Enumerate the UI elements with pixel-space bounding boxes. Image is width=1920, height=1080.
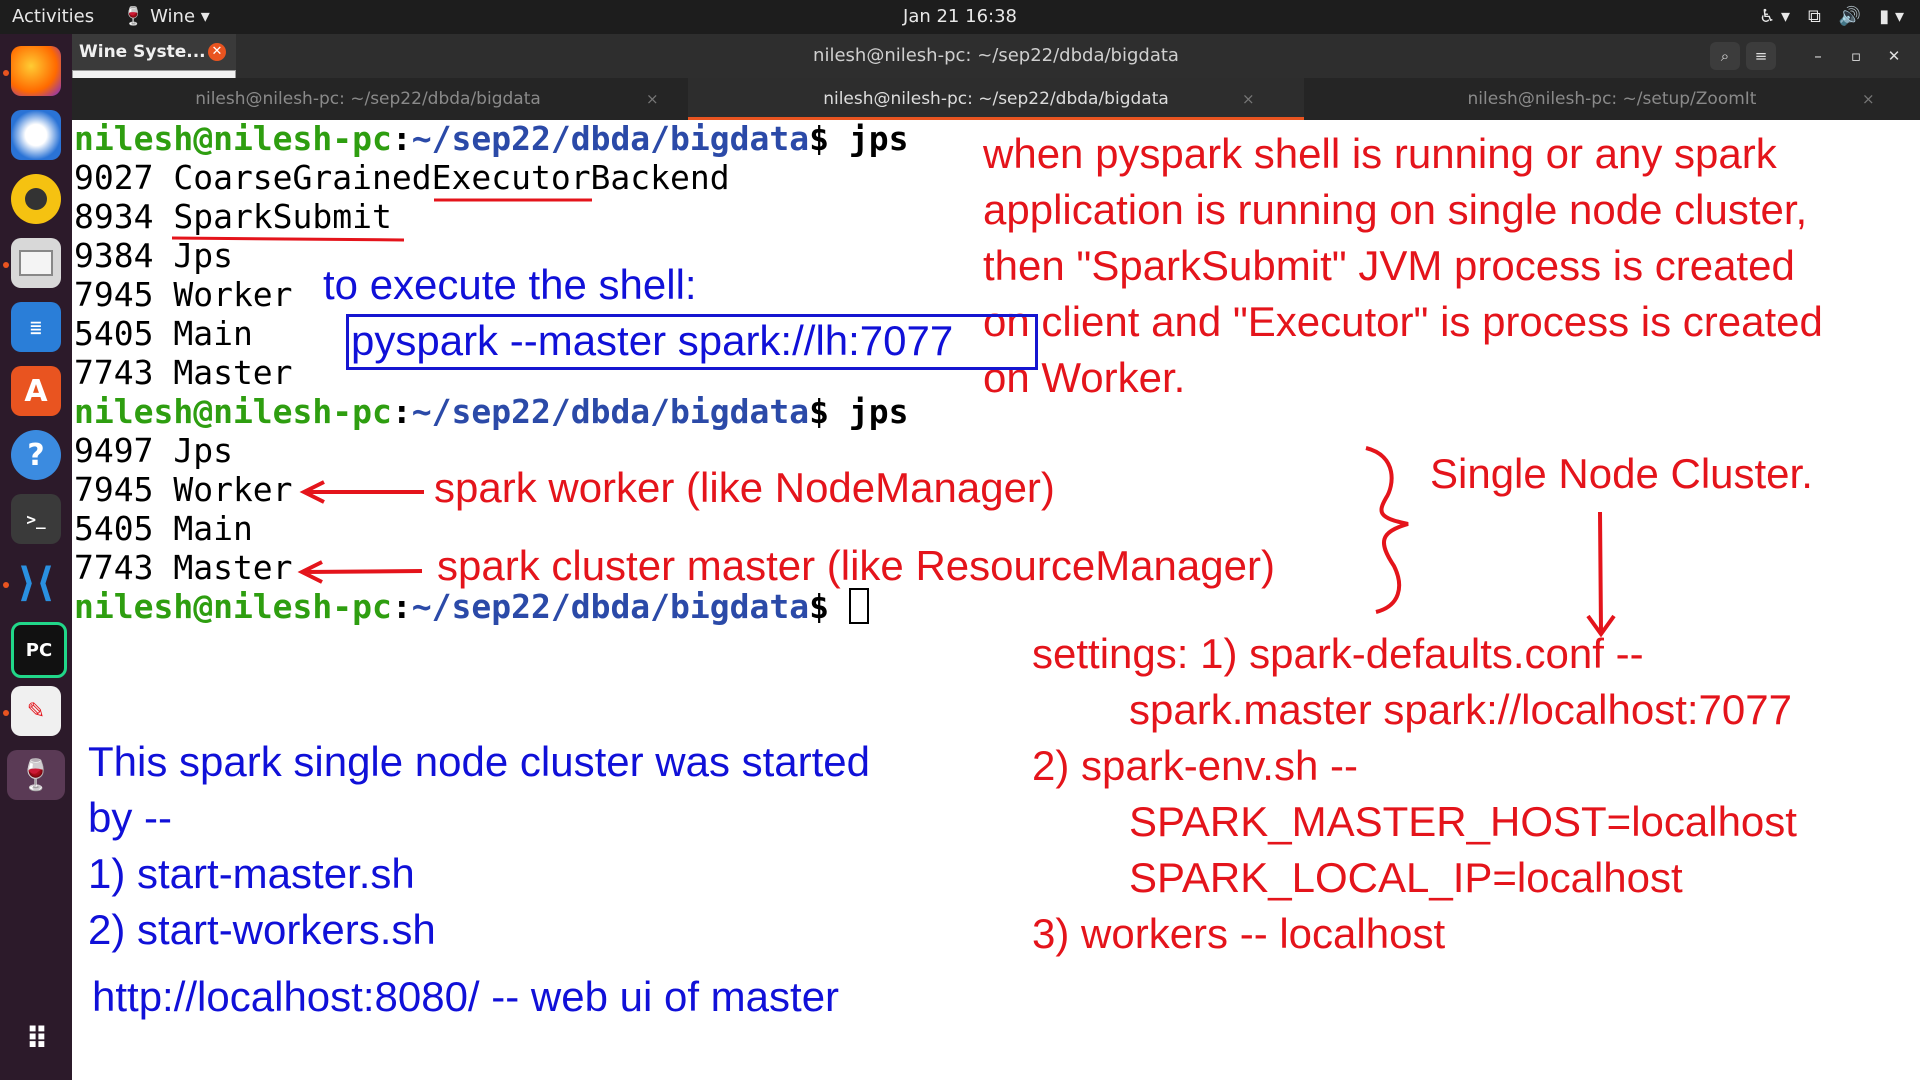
tab-zoomit[interactable]: nilesh@nilesh-pc: ~/setup/ZoomIt — [1304, 78, 1920, 120]
jps-output-line: 7743 Master — [74, 353, 293, 392]
rhythmbox-icon[interactable] — [11, 174, 61, 224]
terminal-tab-bar: nilesh@nilesh-pc: ~/sep22/dbda/bigdata ×… — [72, 78, 1920, 120]
text-editor-icon[interactable]: ✎ — [11, 686, 61, 736]
window-title-bar: Wine Syste... ✕ nilesh@nilesh-pc: ~/sep2… — [72, 34, 1920, 86]
tab-close-icon[interactable]: × — [1862, 78, 1875, 120]
prompt-line: nilesh@nilesh-pc:~/sep22/dbda/bigdata$ j… — [74, 392, 909, 431]
vscode-icon[interactable]: ⟩⟨ — [11, 558, 61, 608]
worker-note: spark worker (like NodeManager) — [434, 464, 1055, 511]
tab-bigdata-1[interactable]: nilesh@nilesh-pc: ~/sep22/dbda/bigdata — [72, 78, 664, 120]
search-icon[interactable]: ⌕ — [1710, 42, 1740, 70]
started-line: by -- — [88, 794, 172, 841]
shell-label: to execute the shell: — [323, 261, 697, 308]
tab-bigdata-2[interactable]: nilesh@nilesh-pc: ~/sep22/dbda/bigdata — [688, 78, 1304, 120]
firefox-icon[interactable] — [11, 46, 61, 96]
jps-output-line: 8934 SparkSubmit — [74, 197, 392, 236]
writer-icon[interactable]: ≣ — [11, 302, 61, 352]
software-icon[interactable]: A — [11, 366, 61, 416]
app-grid-icon[interactable]: ⠿ — [11, 1014, 61, 1064]
started-line: 2) start-workers.sh — [88, 906, 436, 953]
annotation-line: when pyspark shell is running or any spa… — [983, 130, 1777, 177]
settings-line: SPARK_LOCAL_IP=localhost — [1129, 854, 1683, 901]
maximize-icon[interactable]: ▫ — [1844, 42, 1868, 70]
annotation-line: application is running on single node cl… — [983, 186, 1808, 233]
tab-close-icon[interactable]: × — [1242, 78, 1255, 120]
running-indicator — [3, 582, 9, 588]
annotation-line: then "SparkSubmit" JVM process is create… — [983, 242, 1795, 289]
minimize-icon[interactable]: – — [1806, 42, 1830, 70]
webui-note: http://localhost:8080/ -- web ui of mast… — [92, 973, 840, 1020]
settings-line: SPARK_MASTER_HOST=localhost — [1129, 798, 1797, 845]
jps-output-line: 7743 Master — [74, 548, 293, 587]
settings-line: 3) workers -- localhost — [1032, 910, 1446, 957]
shell-command: pyspark --master spark://lh:7077 — [351, 317, 954, 364]
jps-output-line: 9497 Jps — [74, 431, 233, 470]
files-icon[interactable] — [11, 238, 61, 288]
pycharm-icon[interactable]: PC — [11, 622, 67, 678]
running-indicator — [3, 262, 9, 268]
cluster-label: Single Node Cluster. — [1430, 450, 1813, 497]
dock: ≣ A ? >_ ⟩⟨ PC ✎ 🍷 ⠿ — [0, 34, 72, 1080]
clock[interactable]: Jan 21 16:38 — [0, 0, 1920, 34]
terminal-icon[interactable]: >_ — [11, 494, 61, 544]
settings-line: settings: 1) spark-defaults.conf -- — [1032, 630, 1644, 677]
hamburger-menu-icon[interactable]: ≡ — [1746, 42, 1776, 70]
battery-icon: ▮ ▾ — [1879, 6, 1904, 27]
settings-line: spark.master spark://localhost:7077 — [1129, 686, 1792, 733]
top-bar: Activities 🍷 Wine ▾ Jan 21 16:38 ♿ ▾ ⧉ 🔊… — [0, 0, 1920, 34]
running-indicator — [3, 710, 9, 716]
network-icon: ⧉ — [1808, 6, 1821, 27]
settings-line: 2) spark-env.sh -- — [1032, 742, 1358, 789]
wine-icon[interactable]: 🍷 — [7, 750, 65, 800]
window-close-icon[interactable]: ✕ — [1882, 42, 1906, 70]
accessibility-icon[interactable]: ♿ ▾ — [1759, 0, 1790, 34]
annotation-line: on client and "Executor" is process is c… — [983, 298, 1823, 345]
started-line: This spark single node cluster was start… — [88, 738, 871, 785]
jps-output-line: 7945 Worker — [74, 470, 293, 509]
jps-output-line: 9027 CoarseGrainedExecutorBackend — [74, 158, 730, 197]
tab-close-icon[interactable]: × — [646, 78, 659, 120]
help-icon[interactable]: ? — [11, 430, 61, 480]
jps-output-line: 5405 Main — [74, 314, 253, 353]
started-line: 1) start-master.sh — [88, 850, 415, 897]
volume-icon: 🔊 — [1838, 6, 1862, 27]
jps-output-line: 7945 Worker — [74, 275, 293, 314]
running-indicator — [3, 70, 9, 76]
prompt-line: nilesh@nilesh-pc:~/sep22/dbda/bigdata$ j… — [74, 119, 909, 158]
jps-output-line: 5405 Main — [74, 509, 253, 548]
system-tray[interactable]: ♿ ▾ ⧉ 🔊 ▮ ▾ — [1759, 0, 1904, 34]
jps-output-line: 9384 Jps — [74, 236, 233, 275]
thunderbird-icon[interactable] — [11, 110, 61, 160]
window-title: nilesh@nilesh-pc: ~/sep22/dbda/bigdata — [813, 45, 1179, 66]
master-note: spark cluster master (like ResourceManag… — [437, 542, 1275, 589]
